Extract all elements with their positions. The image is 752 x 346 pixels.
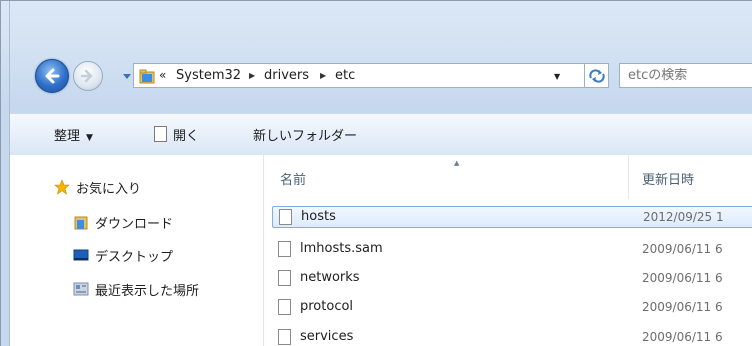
explorer-window: « System32 ▶ drivers ▶ etc ▼ 整理 ▼ 開く 新しいフ… — [0, 0, 752, 346]
file-icon — [278, 241, 291, 257]
file-icon — [279, 209, 292, 225]
open-button[interactable]: 開く — [154, 125, 199, 144]
column-header-modified[interactable]: 更新日時 — [642, 169, 694, 188]
column-divider[interactable] — [628, 155, 629, 199]
sort-ascending-icon: ▲ — [454, 159, 460, 167]
breadcrumb-separator-icon[interactable]: ▶ — [320, 71, 326, 80]
file-row-hosts[interactable]: hosts 2012/09/25 1 — [272, 206, 752, 228]
search-input[interactable] — [628, 68, 748, 83]
file-row-networks[interactable]: networks 2009/06/11 6 — [272, 268, 752, 290]
back-button[interactable] — [35, 59, 69, 93]
command-bar: 整理 ▼ 開く 新しいフォルダー — [10, 113, 752, 156]
nav-item-label: 最近表示した場所 — [95, 284, 200, 299]
open-file-icon — [154, 126, 167, 142]
downloads-folder-icon — [74, 216, 88, 230]
file-modified: 2009/06/11 6 — [642, 330, 723, 344]
address-dropdown-icon[interactable]: ▼ — [554, 72, 560, 81]
file-icon — [278, 270, 291, 286]
file-list: ▲ 名前 更新日時 hosts 2012/09/25 1 lmhosts.sam… — [264, 155, 752, 346]
forward-button[interactable] — [73, 61, 103, 91]
breadcrumb-separator-icon[interactable]: ▶ — [249, 71, 255, 80]
file-row-lmhosts-sam[interactable]: lmhosts.sam 2009/06/11 6 — [272, 239, 752, 261]
file-modified: 2009/06/11 6 — [642, 300, 723, 314]
file-row-protocol[interactable]: protocol 2009/06/11 6 — [272, 297, 752, 319]
recent-pages-dropdown-icon[interactable] — [122, 71, 132, 81]
organize-label: 整理 — [54, 129, 81, 144]
address-bar[interactable]: « System32 ▶ drivers ▶ etc — [133, 63, 585, 88]
desktop-icon — [73, 249, 89, 261]
file-name: networks — [300, 270, 360, 285]
file-icon — [278, 299, 291, 315]
address-overflow-chevron[interactable]: « — [159, 68, 166, 82]
arrow-left-icon — [45, 68, 60, 84]
file-modified: 2012/09/25 1 — [643, 210, 724, 224]
search-box[interactable] — [619, 63, 752, 88]
chevron-down-icon: ▼ — [86, 133, 93, 143]
open-label: 開く — [173, 129, 200, 144]
nav-item-label: ダウンロード — [95, 217, 174, 232]
file-icon — [278, 329, 291, 345]
folder-icon — [139, 69, 155, 84]
column-header-name[interactable]: 名前 — [280, 169, 306, 188]
nav-item-label: デスクトップ — [95, 250, 174, 265]
file-name: lmhosts.sam — [300, 241, 383, 256]
breadcrumb-system32[interactable]: System32 — [176, 68, 241, 83]
file-name: protocol — [300, 299, 354, 314]
breadcrumb-etc[interactable]: etc — [335, 68, 355, 83]
arrow-right-icon — [80, 69, 93, 83]
file-modified: 2009/06/11 6 — [642, 242, 723, 256]
file-name: services — [300, 329, 354, 344]
breadcrumb-drivers[interactable]: drivers — [264, 68, 309, 83]
file-modified: 2009/06/11 6 — [642, 271, 723, 285]
refresh-icon — [589, 69, 605, 83]
file-row-services[interactable]: services 2009/06/11 6 — [272, 327, 752, 346]
recent-places-icon — [73, 282, 89, 296]
file-name: hosts — [301, 209, 336, 224]
new-folder-button[interactable]: 新しいフォルダー — [253, 125, 357, 144]
nav-item-label: お気に入り — [76, 182, 142, 197]
navigation-pane: お気に入り ダウンロード デスクトップ 最近表示した場所 — [10, 155, 264, 346]
refresh-button[interactable] — [585, 63, 609, 88]
star-icon — [54, 179, 70, 195]
organize-button[interactable]: 整理 ▼ — [54, 125, 93, 144]
